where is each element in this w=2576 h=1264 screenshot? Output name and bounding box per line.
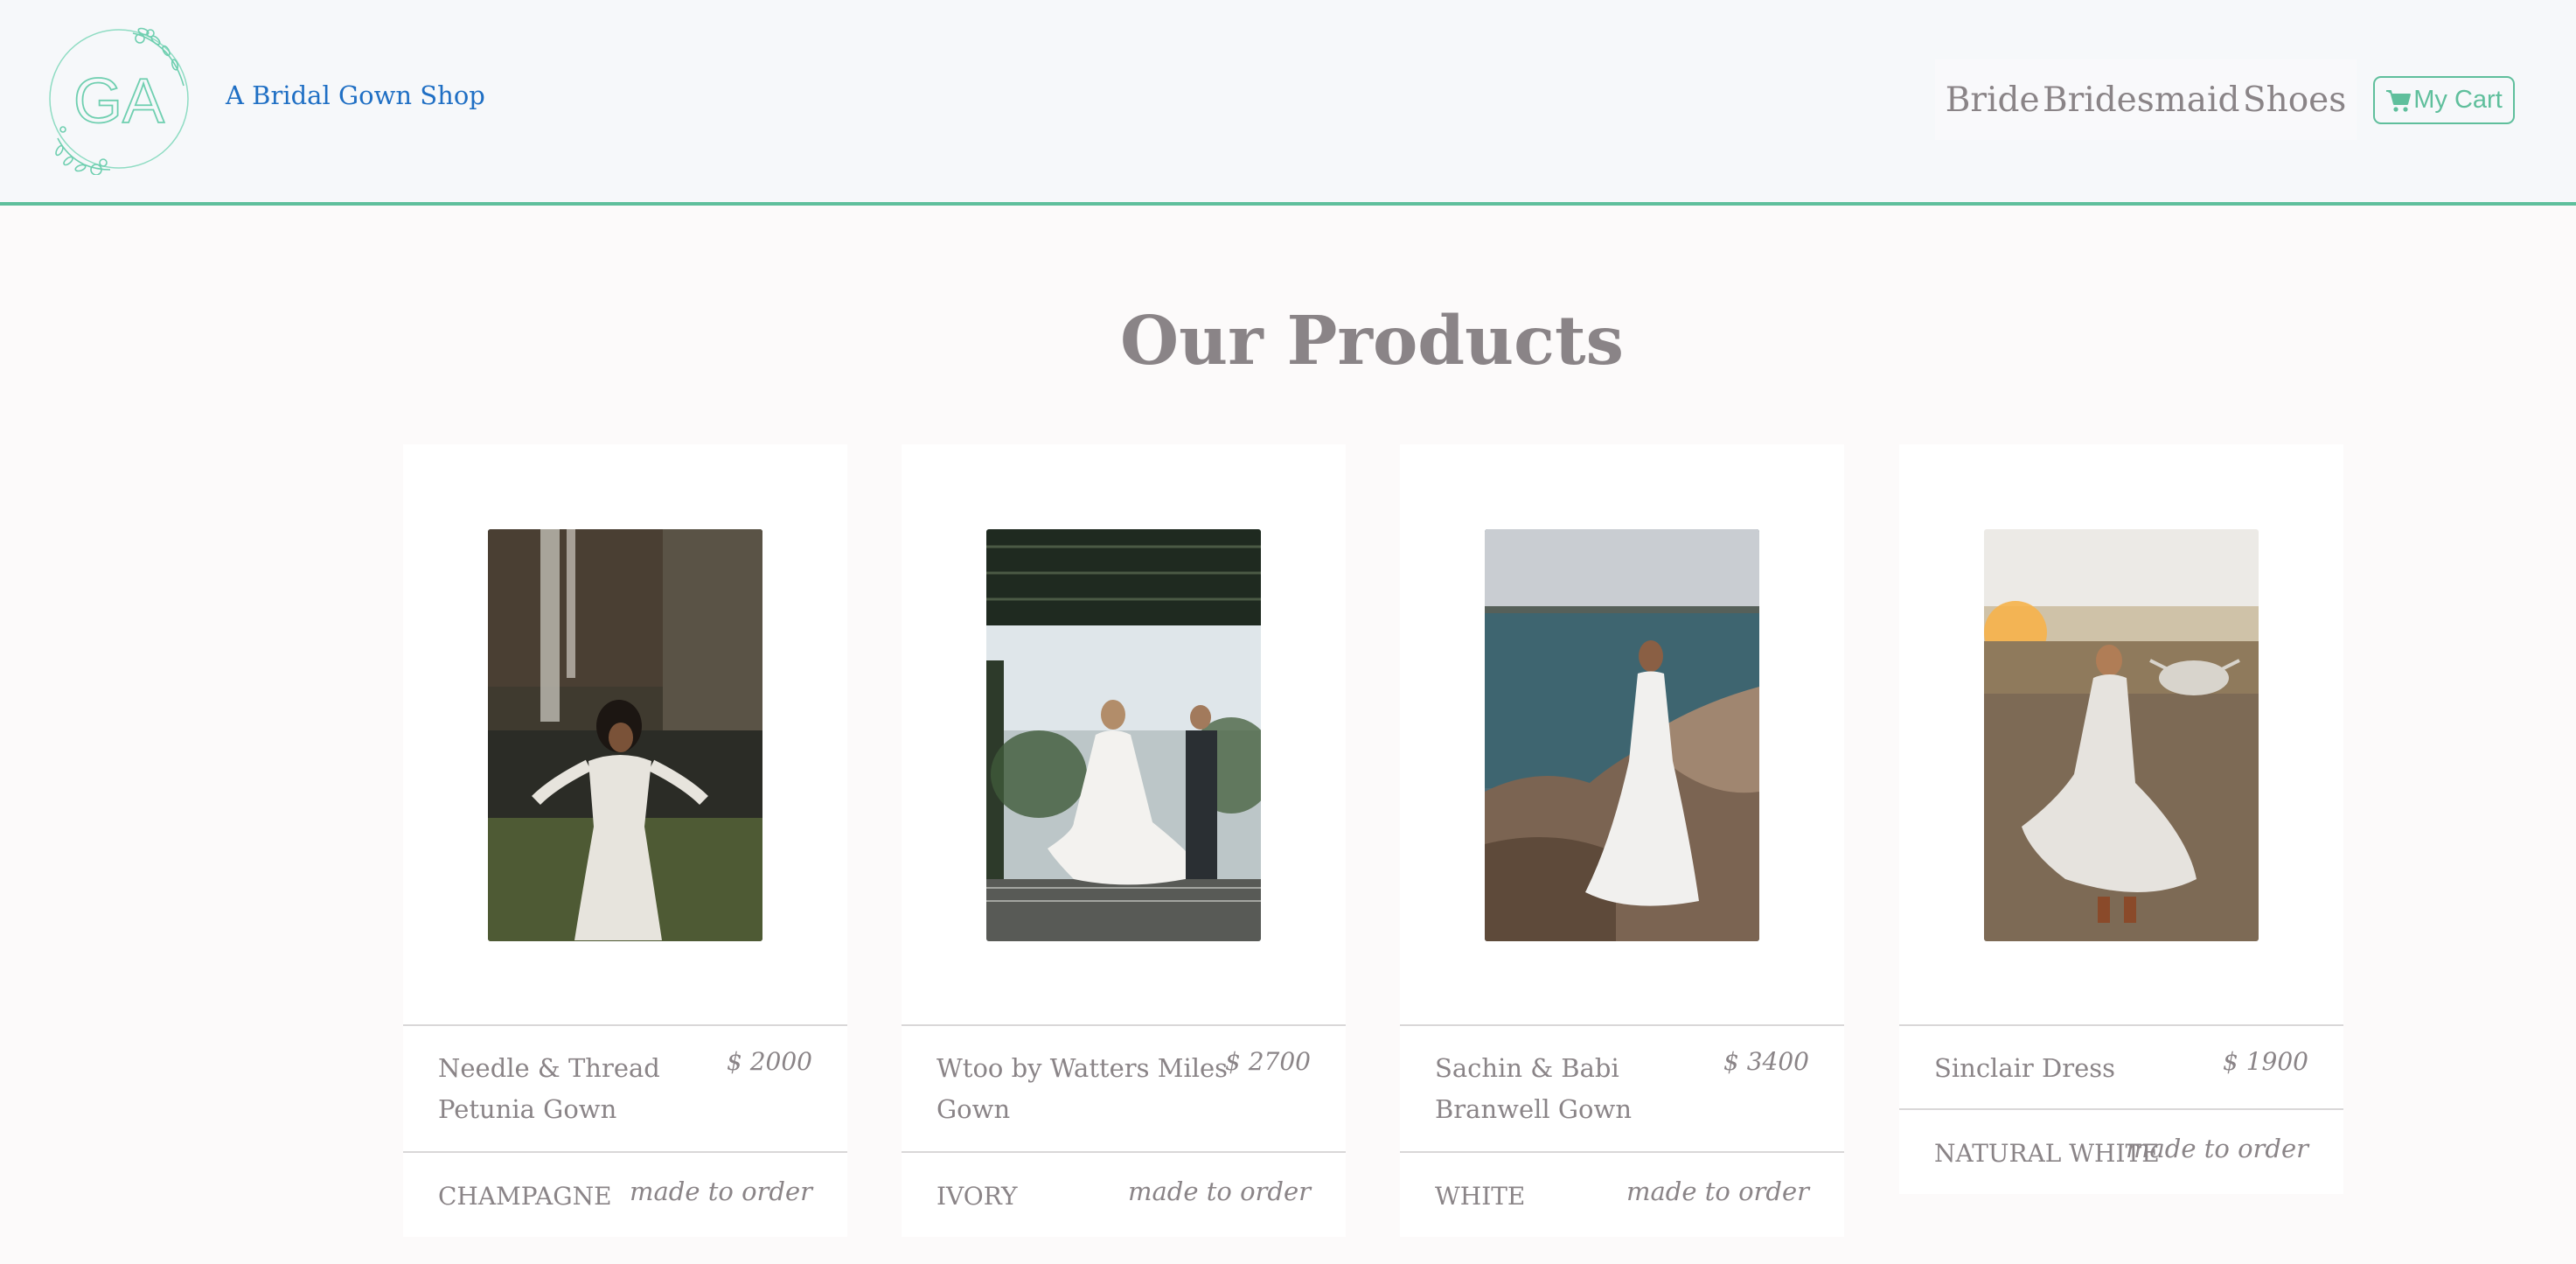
main-nav: Bride Bridesmaid Shoes <box>1935 59 2357 140</box>
product-name[interactable]: Needle & Thread Petunia Gown <box>438 1048 735 1130</box>
product-card[interactable]: Needle & Thread Petunia Gown $ 2000 CHAM… <box>403 444 847 1237</box>
product-meta-row: IVORY made to order <box>902 1151 1346 1237</box>
product-price: $ 2000 <box>727 1047 812 1076</box>
product-card[interactable]: Sinclair Dress $ 1900 NATURAL WHITE made… <box>1899 444 2343 1194</box>
product-name[interactable]: Sachin & Babi Branwell Gown <box>1435 1048 1732 1130</box>
product-card[interactable]: Sachin & Babi Branwell Gown $ 3400 WHITE… <box>1400 444 1844 1237</box>
my-cart-button[interactable]: My Cart <box>2373 76 2515 124</box>
product-meta-row: WHITE made to order <box>1400 1151 1844 1237</box>
brand-name-link[interactable]: A Bridal Gown Shop <box>226 80 485 110</box>
product-image[interactable] <box>1485 529 1759 941</box>
product-name-row: Needle & Thread Petunia Gown $ 2000 <box>403 1024 847 1151</box>
product-color: CHAMPAGNE <box>438 1182 612 1211</box>
nav-link-bride[interactable]: Bride <box>1946 80 2040 120</box>
product-name-row: Wtoo by Watters Miles Gown $ 2700 <box>902 1024 1346 1151</box>
product-availability: made to order <box>1128 1177 1311 1206</box>
product-color: WHITE <box>1435 1182 1526 1211</box>
svg-text:GA: GA <box>73 66 164 136</box>
shopping-cart-icon <box>2386 89 2412 112</box>
product-name-row: Sachin & Babi Branwell Gown $ 3400 <box>1400 1024 1844 1151</box>
product-meta-row: NATURAL WHITE made to order <box>1899 1108 2343 1194</box>
shop-logo[interactable]: GA <box>45 23 192 176</box>
product-price: $ 1900 <box>2223 1047 2308 1076</box>
site-header: GA A Bridal Gown Shop Bride Bridesmaid S… <box>0 0 2576 206</box>
product-price: $ 3400 <box>1723 1047 1809 1076</box>
product-image[interactable] <box>488 529 762 941</box>
product-card[interactable]: Wtoo by Watters Miles Gown $ 2700 IVORY … <box>902 444 1346 1237</box>
page-title: Our Products <box>1120 302 1624 381</box>
nav-link-shoes[interactable]: Shoes <box>2243 80 2346 120</box>
product-meta-row: CHAMPAGNE made to order <box>403 1151 847 1237</box>
nav-link-bridesmaid[interactable]: Bridesmaid <box>2043 80 2240 120</box>
product-availability: made to order <box>630 1177 812 1206</box>
product-availability: made to order <box>2126 1134 2308 1163</box>
product-name-row: Sinclair Dress $ 1900 <box>1899 1024 2343 1108</box>
logo-wreath-icon: GA <box>49 27 189 176</box>
product-availability: made to order <box>1626 1177 1809 1206</box>
product-name[interactable]: Wtoo by Watters Miles Gown <box>936 1048 1234 1130</box>
product-price: $ 2700 <box>1225 1047 1311 1076</box>
product-image[interactable] <box>986 529 1261 941</box>
cart-label: My Cart <box>2413 86 2503 114</box>
product-name[interactable]: Sinclair Dress <box>1934 1048 2231 1089</box>
product-image[interactable] <box>1984 529 2259 941</box>
product-color: IVORY <box>936 1182 1018 1211</box>
